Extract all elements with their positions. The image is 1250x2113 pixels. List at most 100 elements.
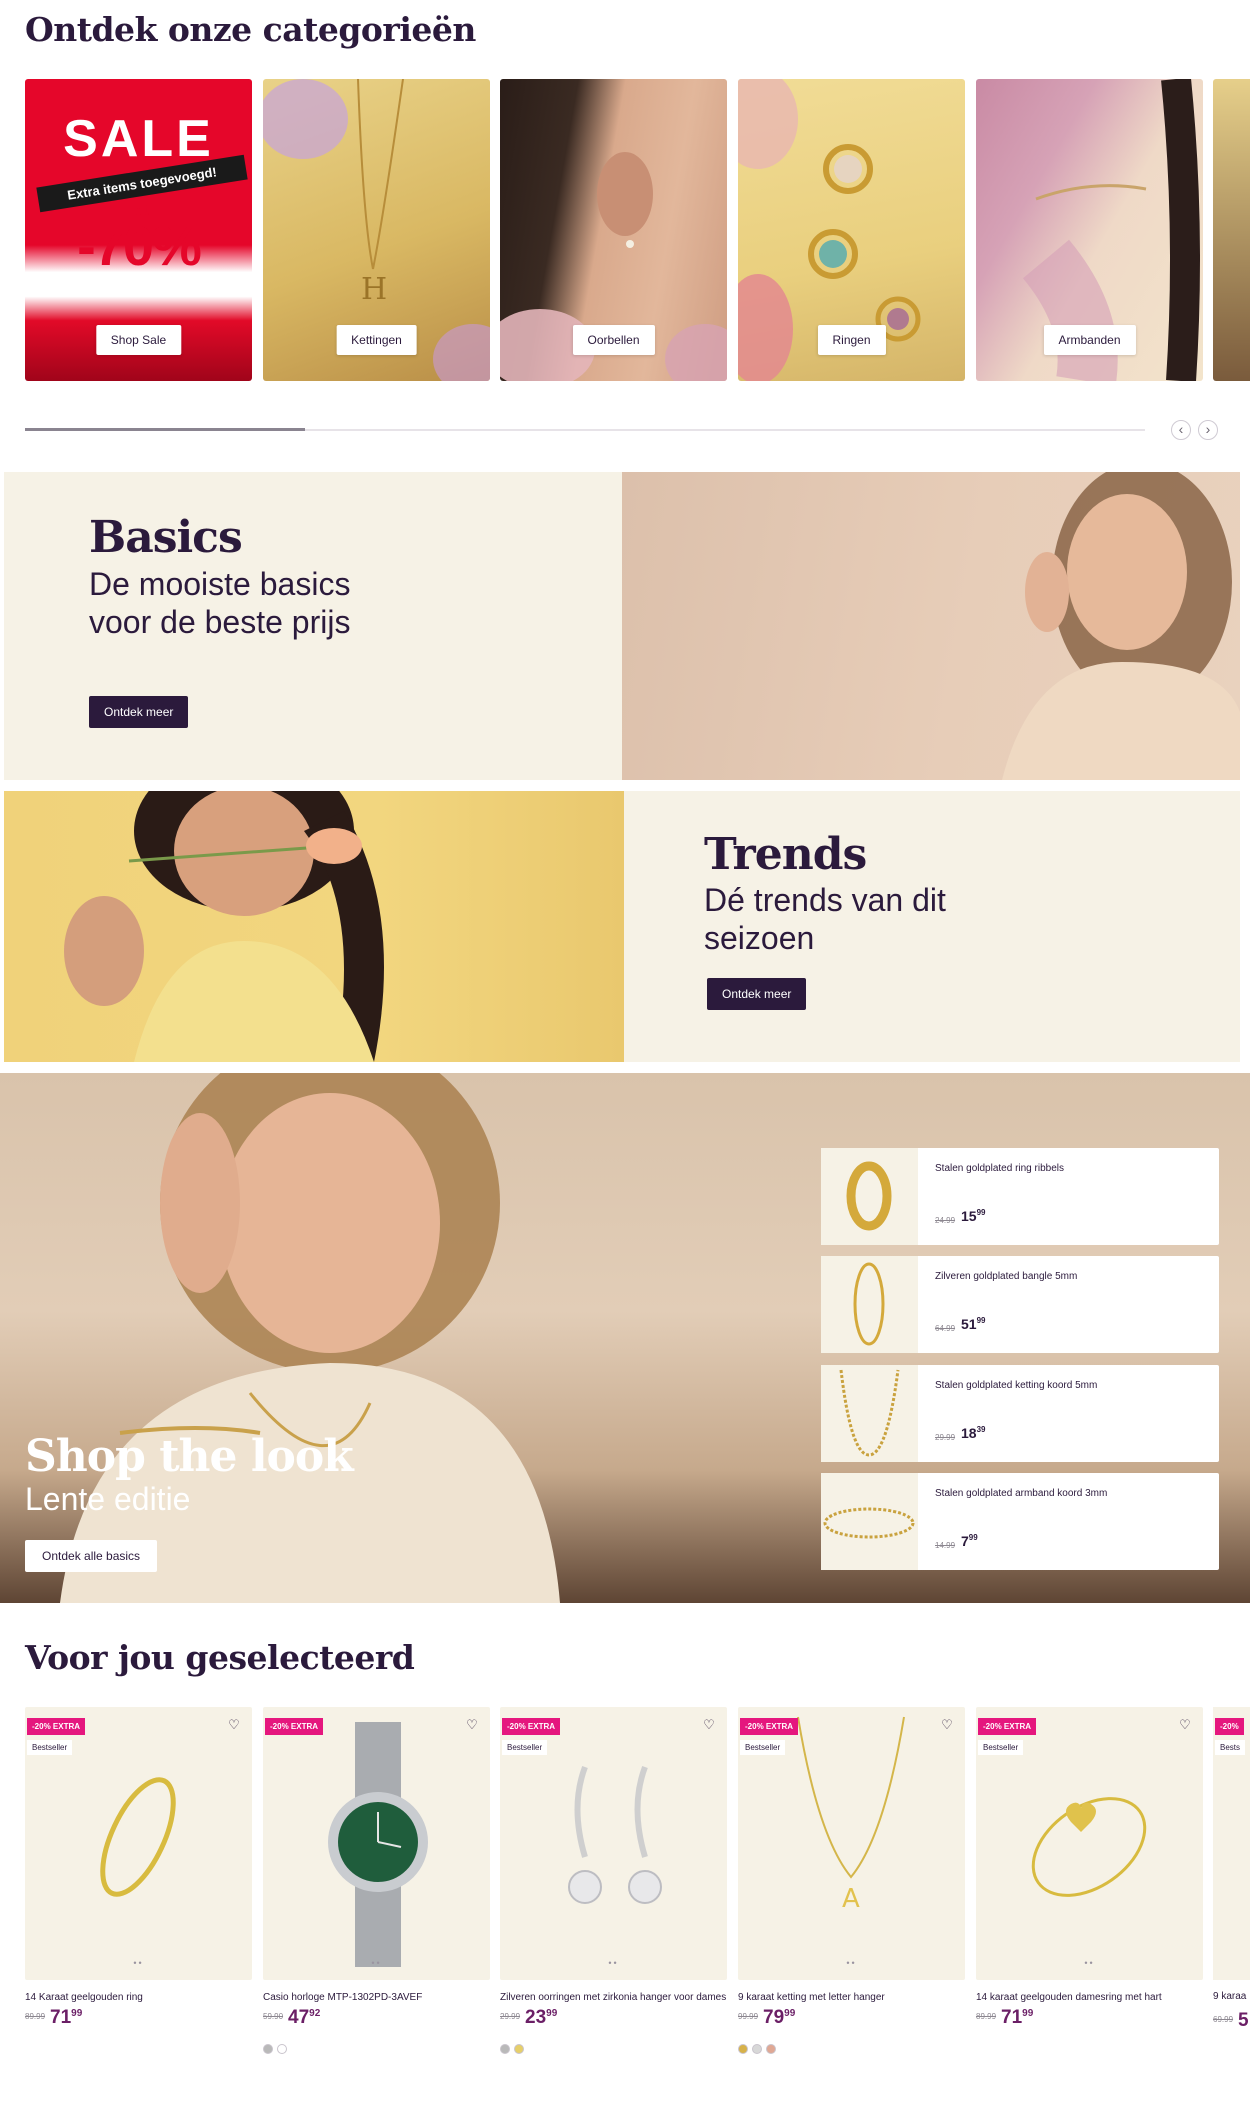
bestseller-badge: Bestseller — [502, 1740, 548, 1755]
color-swatches — [500, 2041, 727, 2054]
image-pagination-dots[interactable]: •• — [608, 1958, 618, 1968]
product-price: 7199 — [1001, 2007, 1034, 2028]
swatch-silver[interactable] — [500, 2044, 510, 2054]
product-image[interactable]: -20% EXTRA ♡ •• — [263, 1707, 490, 1980]
product-card-peek[interactable]: -20% Bests — [1213, 1707, 1250, 1980]
product-old-price: 29.99 — [500, 2012, 521, 2021]
product-price: 4792 — [288, 2007, 321, 2028]
chevron-left-icon[interactable]: ‹ — [1171, 420, 1191, 440]
swatch-silver[interactable] — [752, 2044, 762, 2054]
look-product-price: 799 — [961, 1533, 978, 1549]
product-price-line: 89.99 7199 — [25, 2007, 252, 2029]
product-card[interactable]: -20% EXTRA Bestseller ♡ •• Zilveren oorr… — [500, 1707, 727, 2054]
heart-icon[interactable]: ♡ — [1178, 1718, 1192, 1732]
heart-icon[interactable]: ♡ — [465, 1718, 479, 1732]
image-pagination-dots[interactable]: •• — [846, 1958, 856, 1968]
product-card[interactable]: -20% EXTRA ♡ •• Casio horloge MTP-1302PD… — [263, 1707, 490, 2054]
bestseller-badge: Bests — [1215, 1740, 1246, 1755]
shop-the-look-section: Shop the look Lente editie Ontdek alle b… — [0, 1073, 1250, 1603]
look-product-old-price: 14.99 — [935, 1541, 956, 1550]
swatch-rose[interactable] — [766, 2044, 776, 2054]
look-heading: Shop the look — [25, 1431, 354, 1482]
bestseller-badge: Bestseller — [27, 1740, 73, 1755]
category-card-oorbellen[interactable]: Oorbellen — [500, 79, 727, 381]
trends-discover-button[interactable]: Ontdek meer — [707, 978, 807, 1010]
look-discover-basics-button[interactable]: Ontdek alle basics — [25, 1540, 158, 1572]
heart-icon[interactable]: ♡ — [702, 1718, 716, 1732]
trends-banner[interactable]: Trends Dé trends van dit seizoen Ontdek … — [4, 791, 1240, 1062]
category-button-oorbellen[interactable]: Oorbellen — [572, 325, 655, 355]
sale-percent: -70% — [77, 214, 202, 277]
basics-heading: Basics — [89, 512, 243, 563]
basics-model-image — [622, 472, 1240, 780]
look-product-card[interactable]: Stalen goldplated armband koord 3mm 14.9… — [821, 1473, 1219, 1570]
image-pagination-dots[interactable]: •• — [371, 1958, 381, 1968]
product-price-line: 89.99 7199 — [976, 2007, 1203, 2029]
basics-discover-button[interactable]: Ontdek meer — [89, 696, 189, 728]
shop-sale-button[interactable]: Shop Sale — [95, 325, 182, 355]
product-old-price: 59.90 — [263, 2012, 284, 2021]
categories-scrollbar-thumb[interactable] — [25, 428, 305, 431]
category-button-ringen[interactable]: Ringen — [817, 325, 886, 355]
product-card[interactable]: -20% EXTRA Bestseller ♡ •• 14 karaat gee… — [976, 1707, 1203, 2029]
look-product-card[interactable]: Zilveren goldplated bangle 5mm 64.99 519… — [821, 1256, 1219, 1353]
product-image[interactable]: -20% EXTRA Bestseller ♡ •• — [25, 1707, 252, 1980]
product-image[interactable]: -20% EXTRA Bestseller ♡ •• — [976, 1707, 1203, 1980]
product-peek-price-main: 5 — [1238, 2010, 1249, 2031]
selected-title: Voor jou geselecteerd — [25, 1638, 415, 1677]
extra-discount-badge: -20% EXTRA — [265, 1718, 324, 1735]
look-product-old-price: 24.99 — [935, 1216, 956, 1225]
category-card-kettingen[interactable]: H Kettingen — [263, 79, 490, 381]
swatch-white[interactable] — [277, 2044, 287, 2054]
swatch-gold[interactable] — [738, 2044, 748, 2054]
basics-subtitle: De mooiste basics voor de beste prijs — [89, 566, 351, 640]
chevron-right-icon[interactable]: › — [1198, 420, 1218, 440]
product-price-line: 59.90 4792 — [263, 2007, 490, 2029]
look-product-card[interactable]: Stalen goldplated ketting koord 5mm 29.9… — [821, 1365, 1219, 1462]
image-pagination-dots[interactable]: •• — [133, 1958, 143, 1968]
product-name[interactable]: Casio horloge MTP-1302PD-3AVEF — [263, 1991, 490, 2005]
bangle-thumbnail — [821, 1256, 918, 1353]
product-name[interactable]: 9 karaat ketting met letter hanger — [738, 1991, 965, 2005]
category-card-next-peek[interactable] — [1213, 79, 1250, 381]
look-product-name: Stalen goldplated ring ribbels — [935, 1163, 1064, 1174]
product-price-line: 99.99 7999 — [738, 2007, 965, 2029]
product-name[interactable]: 14 karaat geelgouden damesring met hart — [976, 1991, 1203, 2005]
trends-heading: Trends — [704, 829, 867, 880]
category-button-armbanden[interactable]: Armbanden — [1043, 325, 1136, 355]
swatch-silver[interactable] — [263, 2044, 273, 2054]
product-image[interactable]: -20% EXTRA Bestseller ♡ •• — [500, 1707, 727, 1980]
category-card-armbanden[interactable]: Armbanden — [976, 79, 1203, 381]
look-subtitle: Lente editie — [25, 1481, 191, 1517]
extra-discount-badge: -20% EXTRA — [27, 1718, 86, 1735]
product-name[interactable]: 14 Karaat geelgouden ring — [25, 1991, 252, 2005]
look-product-price: 1599 — [961, 1208, 986, 1224]
bestseller-badge: Bestseller — [740, 1740, 786, 1755]
look-product-name: Stalen goldplated armband koord 3mm — [935, 1488, 1108, 1499]
category-card-sale[interactable]: SALE Extra items toegevoegd! tot -70% Sh… — [25, 79, 252, 381]
product-card[interactable]: -20% EXTRA Bestseller ♡ •• 14 Karaat gee… — [25, 1707, 252, 2029]
product-image[interactable]: A -20% EXTRA Bestseller ♡ •• — [738, 1707, 965, 1980]
heart-icon[interactable]: ♡ — [227, 1718, 241, 1732]
color-swatches — [738, 2041, 965, 2054]
bestseller-badge: Bestseller — [978, 1740, 1024, 1755]
product-card[interactable]: A -20% EXTRA Bestseller ♡ •• 9 karaat ke… — [738, 1707, 965, 2054]
heart-icon[interactable]: ♡ — [940, 1718, 954, 1732]
product-name[interactable]: Zilveren oorringen met zirkonia hanger v… — [500, 1991, 727, 2005]
product-peek-name: 9 karaa — [1213, 1991, 1247, 2002]
svg-text:A: A — [842, 1884, 860, 1914]
look-product-card[interactable]: Stalen goldplated ring ribbels 24.99 159… — [821, 1148, 1219, 1245]
product-old-price: 89.99 — [976, 2012, 997, 2021]
chain-thumbnail — [821, 1365, 918, 1462]
product-price: 2399 — [525, 2007, 558, 2028]
ring-thumbnail — [821, 1148, 918, 1245]
basics-banner[interactable]: Basics De mooiste basics voor de beste p… — [4, 472, 1240, 780]
product-old-price: 89.99 — [25, 2012, 46, 2021]
category-card-ringen[interactable]: Ringen — [738, 79, 965, 381]
extra-discount-badge: -20% — [1215, 1718, 1244, 1735]
look-product-name: Zilveren goldplated bangle 5mm — [935, 1271, 1078, 1282]
look-product-old-price: 29.99 — [935, 1433, 956, 1442]
swatch-gold[interactable] — [514, 2044, 524, 2054]
image-pagination-dots[interactable]: •• — [1084, 1958, 1094, 1968]
category-button-kettingen[interactable]: Kettingen — [336, 325, 417, 355]
